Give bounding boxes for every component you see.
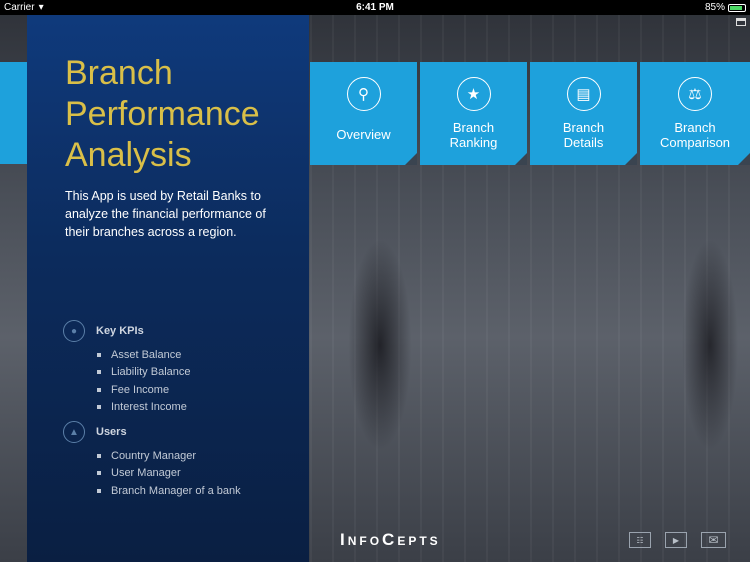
tile-label: Branch: [452, 120, 495, 135]
list-item: Country Manager: [97, 447, 241, 465]
hierarchy-icon[interactable]: ☷: [629, 532, 651, 548]
tile-label: Branch: [562, 120, 605, 135]
users-heading: Users: [96, 426, 127, 438]
document-icon: ▤: [566, 77, 601, 111]
clock: 6:41 PM: [356, 2, 394, 13]
scales-icon: ⚖: [678, 77, 712, 111]
tile-label: Details: [563, 135, 604, 150]
list-item: Interest Income: [97, 399, 191, 417]
battery-percent: 85%: [704, 2, 725, 13]
battery-icon: [728, 3, 746, 12]
kpi-section: ● Key KPIs Asset Balance Liability Balanc…: [63, 320, 191, 416]
mail-icon[interactable]: ✉: [701, 532, 726, 548]
tile-branch-details[interactable]: ▤ Branch Details: [530, 62, 637, 165]
infocepts-logo: InfoCepts: [340, 530, 441, 549]
window-icon[interactable]: [736, 18, 746, 26]
title-line: Branch: [65, 54, 173, 92]
side-tab[interactable]: [0, 62, 27, 164]
list-item: Branch Manager of a bank: [97, 482, 241, 500]
tile-label: Ranking: [449, 135, 498, 150]
app-title: Branch Performance Analysis: [65, 53, 260, 176]
star-icon: ★: [456, 77, 491, 111]
tile-overview[interactable]: ⚲ Overview: [310, 62, 417, 165]
tile-branch-comparison[interactable]: ⚖ Branch Comparison: [640, 62, 750, 165]
list-item: Fee Income: [97, 381, 191, 399]
list-item: Asset Balance: [97, 346, 191, 364]
tile-label: Overview: [336, 127, 391, 142]
title-line: Performance: [65, 95, 260, 133]
play-icon[interactable]: ▶: [665, 532, 687, 548]
info-panel: Branch Performance Analysis This App is …: [27, 15, 309, 562]
list-item: Liability Balance: [97, 364, 191, 382]
person-icon: ●: [63, 320, 85, 342]
title-line: Analysis: [65, 136, 192, 174]
kpi-heading: Key KPIs: [96, 325, 144, 337]
app-description: This App is used by Retail Banks to anal…: [65, 189, 266, 239]
status-bar: Carrier ▾ 6:41 PM 85%: [0, 0, 750, 15]
tile-label: Branch: [674, 120, 716, 135]
users-section: ▲ Users Country Manager User Manager Bran…: [63, 421, 241, 500]
user-icon: ▲: [63, 421, 85, 443]
list-item: User Manager: [97, 465, 241, 483]
tile-branch-ranking[interactable]: ★ Branch Ranking: [420, 62, 527, 165]
search-icon: ⚲: [346, 77, 381, 111]
tile-label: Comparison: [659, 135, 731, 150]
